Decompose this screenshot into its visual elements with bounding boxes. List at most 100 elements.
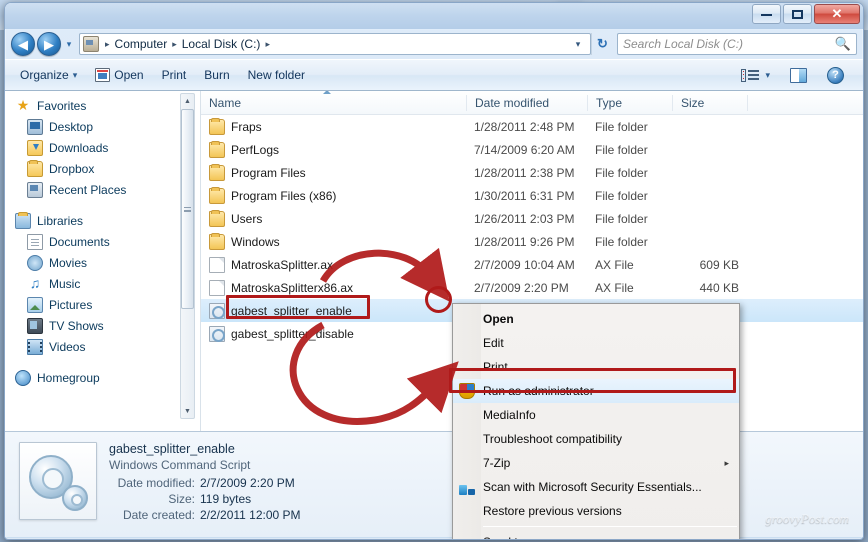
context-menu[interactable]: Open Edit Print Run as administrator MediaIn… [452, 303, 740, 539]
sidebar-item-tv-shows[interactable]: TV Shows [5, 315, 200, 336]
table-row[interactable]: Windows 1/28/2011 9:26 PM File folder [201, 230, 863, 253]
sidebar-item-pictures[interactable]: Pictures [5, 294, 200, 315]
table-row[interactable]: Program Files 1/28/2011 2:38 PM File folde… [201, 161, 863, 184]
new-folder-button[interactable]: New folder [239, 63, 314, 87]
details-field-date-created: Date created: 2/2/2011 12:00 PM [109, 507, 301, 523]
address-dropdown-icon[interactable]: ▾ [569, 39, 587, 50]
menu-item[interactable]: 7-Zip ▸ [453, 451, 739, 475]
desktop-icon [27, 118, 43, 135]
sidebar-label-homegroup: Homegroup [37, 370, 100, 385]
sidebar-label-movies: Movies [49, 255, 88, 270]
print-button[interactable]: Print [153, 63, 196, 87]
breadcrumb-computer[interactable]: Computer [113, 37, 170, 51]
address-bar-row: ◀ ▶ ▾ ▸ Computer ▸ Local Disk (C:) ▸ ▾ ↻… [5, 29, 863, 59]
sidebar-item-recent-places[interactable]: Recent Places [5, 179, 200, 200]
back-button[interactable]: ◀ [11, 32, 35, 56]
menu-item[interactable]: Edit [453, 331, 739, 355]
burn-button[interactable]: Burn [195, 63, 238, 87]
sidebar-label-libraries: Libraries [37, 213, 84, 228]
sidebar-label-favorites: Favorites [37, 98, 87, 113]
minimize-button[interactable] [752, 4, 781, 24]
sidebar-item-documents[interactable]: Documents [5, 231, 200, 252]
print-label: Print [161, 68, 187, 82]
column-header-date-modified[interactable]: Date modified [466, 94, 587, 111]
menu-item-label: Troubleshoot compatibility [483, 432, 622, 446]
help-button[interactable]: ? [818, 63, 853, 87]
homegroup-icon [15, 369, 31, 386]
open-file-icon [95, 68, 111, 82]
preview-pane-icon [790, 67, 807, 83]
new-folder-label: New folder [247, 68, 305, 82]
music-icon: ♫ [29, 274, 41, 291]
change-view-button[interactable]: ▾ [732, 63, 779, 87]
search-box[interactable]: Search Local Disk (C:) 🔍 [617, 33, 857, 55]
forward-button[interactable]: ▶ [37, 32, 61, 56]
open-label: Open [114, 68, 144, 82]
menu-item[interactable]: Send to ▸ [453, 530, 739, 539]
file-icon [209, 256, 225, 273]
sidebar-group-libraries[interactable]: Libraries [5, 210, 200, 231]
menu-item[interactable]: Restore previous versions [453, 499, 739, 523]
menu-item[interactable]: Open [453, 307, 739, 331]
table-row[interactable]: PerfLogs 7/14/2009 6:20 AM File folder [201, 138, 863, 161]
view-options-icon [741, 68, 761, 83]
column-header-size[interactable]: Size [672, 94, 747, 111]
file-date-cell: 7/14/2009 6:20 AM [474, 142, 575, 157]
history-dropdown-button[interactable]: ▾ [61, 39, 77, 50]
menu-item[interactable]: MediaInfo [453, 403, 739, 427]
scrollbar-thumb[interactable] [181, 109, 194, 309]
address-breadcrumb-bar[interactable]: ▸ Computer ▸ Local Disk (C:) ▸ ▾ [79, 33, 591, 55]
table-row[interactable]: Fraps 1/28/2011 2:48 PM File folder [201, 115, 863, 138]
sort-ascending-icon [323, 91, 331, 94]
column-header-name[interactable]: Name [201, 91, 466, 111]
maximize-icon [792, 9, 803, 19]
details-file-name: gabest_splitter_enable [109, 442, 235, 456]
table-row[interactable]: Users 1/26/2011 2:03 PM File folder [201, 207, 863, 230]
file-name-cell[interactable]: Fraps [201, 117, 466, 135]
sidebar-group-favorites[interactable]: ★ Favorites [5, 95, 200, 116]
breadcrumb-separator-1[interactable]: ▸ [169, 39, 180, 50]
close-button[interactable]: ✕ [814, 4, 860, 24]
file-name-cell[interactable]: Program Files (x86) [201, 186, 466, 204]
refresh-icon: ↻ [597, 36, 608, 51]
column-header-type[interactable]: Type [587, 94, 672, 111]
sidebar-item-movies[interactable]: Movies [5, 252, 200, 273]
scroll-up-button[interactable]: ▲ [181, 94, 194, 108]
breadcrumb-separator-2[interactable]: ▸ [262, 39, 273, 50]
sidebar-group-homegroup[interactable]: Homegroup [5, 367, 200, 388]
file-name-label: Program Files (x86) [231, 188, 337, 203]
refresh-button[interactable]: ↻ [591, 33, 613, 55]
file-name-cell[interactable]: PerfLogs [201, 140, 466, 158]
sidebar-item-downloads[interactable]: Downloads [5, 137, 200, 158]
menu-item[interactable]: Scan with Microsoft Security Essentials.… [453, 475, 739, 499]
maximize-button[interactable] [783, 4, 812, 24]
scroll-down-button[interactable]: ▼ [181, 404, 194, 418]
chevron-down-icon: ▾ [72, 69, 78, 80]
file-date-cell: 2/7/2009 2:20 PM [474, 280, 569, 295]
table-row[interactable]: Program Files (x86) 1/30/2011 6:31 PM File… [201, 184, 863, 207]
table-row[interactable]: MatroskaSplitter.ax 2/7/2009 10:04 AM AX F… [201, 253, 863, 276]
sidebar-item-music[interactable]: ♫ Music [5, 273, 200, 294]
file-name-cell[interactable]: Windows [201, 232, 466, 250]
file-type-cell: File folder [595, 188, 648, 203]
file-name-cell[interactable]: Program Files [201, 163, 466, 181]
navigation-scrollbar[interactable]: ▲ ▼ [180, 93, 195, 419]
file-name-cell[interactable]: MatroskaSplitter.ax [201, 256, 466, 273]
open-button[interactable]: Open [86, 63, 152, 87]
preview-pane-button[interactable] [781, 63, 816, 87]
breadcrumb-separator-0[interactable]: ▸ [102, 39, 113, 50]
organize-button[interactable]: Organize ▾ [11, 63, 86, 87]
triangle-up-icon: ▲ [184, 97, 191, 105]
context-menu-items: Open Edit Print Run as administrator MediaIn… [453, 307, 739, 539]
file-name-cell[interactable]: Users [201, 209, 466, 227]
sidebar-label-downloads: Downloads [49, 140, 109, 155]
sidebar-item-videos[interactable]: Videos [5, 336, 200, 357]
sidebar-label-documents: Documents [49, 234, 110, 249]
menu-item[interactable]: Troubleshoot compatibility [453, 427, 739, 451]
sidebar-item-desktop[interactable]: Desktop [5, 116, 200, 137]
file-name-cell[interactable]: gabest_splitter_disable [201, 325, 466, 342]
search-input[interactable]: Search Local Disk (C:) [623, 37, 835, 51]
sidebar-item-dropbox[interactable]: Dropbox [5, 158, 200, 179]
breadcrumb-local-disk[interactable]: Local Disk (C:) [180, 37, 263, 51]
